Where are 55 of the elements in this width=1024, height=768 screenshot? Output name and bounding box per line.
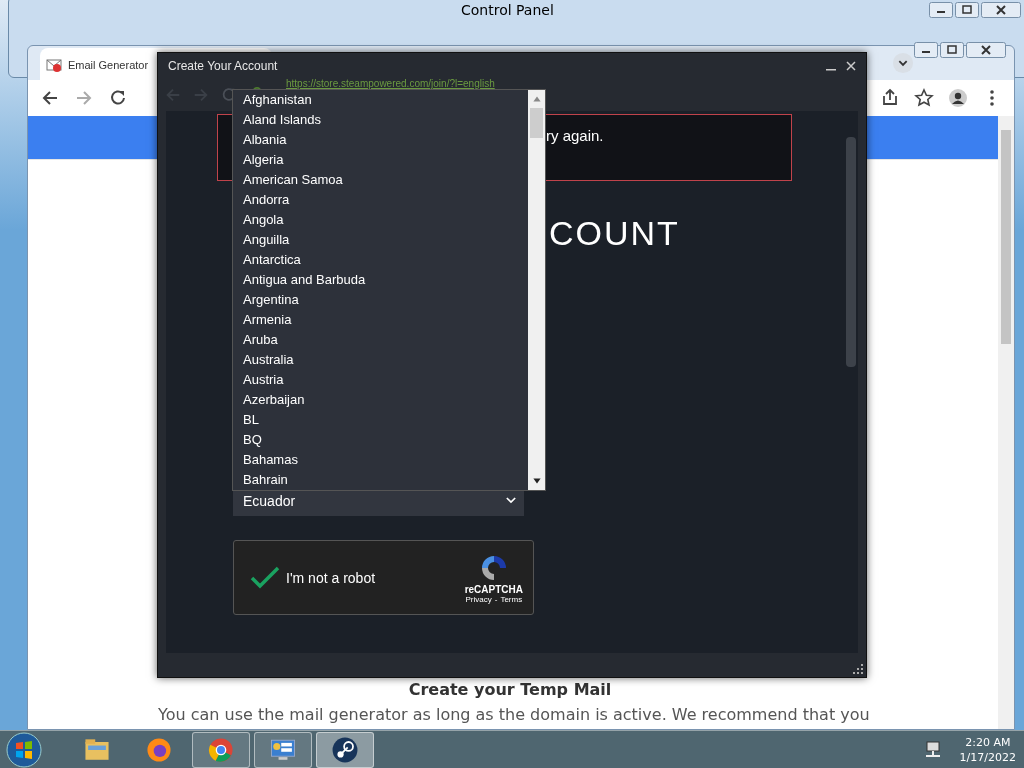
star-icon[interactable]: [914, 88, 934, 108]
scrollbar-thumb[interactable]: [1001, 130, 1011, 344]
page-heading: COUNT: [549, 214, 680, 253]
link-separator: -: [494, 594, 498, 604]
dropdown-option[interactable]: Argentina: [233, 290, 528, 310]
scrollbar-thumb[interactable]: [846, 137, 856, 367]
maximize-button[interactable]: [955, 2, 979, 18]
close-button[interactable]: [981, 2, 1021, 18]
window-title: Control Panel: [460, 2, 555, 18]
dropdown-option[interactable]: BQ: [233, 430, 528, 450]
chevron-icon: [506, 497, 516, 504]
dropdown-option[interactable]: American Samoa: [233, 170, 528, 190]
dropdown-option[interactable]: Anguilla: [233, 230, 528, 250]
section-heading: Create your Temp Mail: [408, 680, 612, 699]
clock-date[interactable]: 1/17/2022: [959, 749, 1016, 765]
dropdown-option[interactable]: Afghanistan: [233, 90, 528, 110]
share-icon[interactable]: [880, 88, 900, 108]
dropdown-option[interactable]: Austria: [233, 370, 528, 390]
captcha-box[interactable]: I'm not a robot reCAPTCHA Privacy - Terms: [233, 540, 534, 615]
dropdown-option[interactable]: Aland Islands: [233, 110, 528, 130]
dropdown-option[interactable]: Aruba: [233, 330, 528, 350]
tab-search-button[interactable]: [892, 52, 914, 74]
profile-icon[interactable]: [948, 88, 968, 108]
dropdown-option[interactable]: Antarctica: [233, 250, 528, 270]
dropdown-option[interactable]: Andorra: [233, 190, 528, 210]
dropdown-option[interactable]: Bahamas: [233, 450, 528, 470]
scrollbar-thumb[interactable]: [530, 108, 543, 138]
close-icon[interactable]: [846, 61, 856, 71]
taskbar-button[interactable]: [316, 731, 374, 768]
dropdown-option[interactable]: Antigua and Barbuda: [233, 270, 528, 290]
paragraph: You can use the mail generator as long as the domain is active. We recommend that you: [158, 705, 870, 724]
dropdown-option[interactable]: Armenia: [233, 310, 528, 330]
taskbar-button[interactable]: [254, 731, 312, 768]
dropdown-option[interactable]: BL: [233, 410, 528, 430]
dropdown-option[interactable]: Angola: [233, 210, 528, 230]
start-button[interactable]: [6, 731, 42, 768]
checkmark-icon[interactable]: [250, 565, 280, 590]
clock-time[interactable]: 2:20 AM: [965, 734, 1011, 750]
url-text[interactable]: https://store.steampowered.com/join/?l=english: [286, 78, 495, 89]
error-text: ry again.: [546, 127, 604, 144]
scrollbar[interactable]: [998, 116, 1014, 729]
terms-link[interactable]: Terms: [500, 594, 523, 604]
maximize-button[interactable]: [940, 42, 964, 58]
captcha-brand: reCAPTCHA: [464, 583, 523, 595]
captcha-label: I'm not a robot: [286, 569, 377, 586]
minimize-button[interactable]: [914, 42, 938, 58]
dropdown-option[interactable]: Australia: [233, 350, 528, 370]
dropdown-option[interactable]: Albania: [233, 130, 528, 150]
minimize-button[interactable]: [929, 2, 953, 18]
resize-grip-icon[interactable]: [853, 664, 863, 674]
dropdown-option[interactable]: Algeria: [233, 150, 528, 170]
mail-icon: [46, 57, 62, 73]
dropdown-option[interactable]: Azerbaijan: [233, 390, 528, 410]
privacy-link[interactable]: Privacy: [465, 594, 492, 604]
close-button[interactable]: [966, 42, 1006, 58]
